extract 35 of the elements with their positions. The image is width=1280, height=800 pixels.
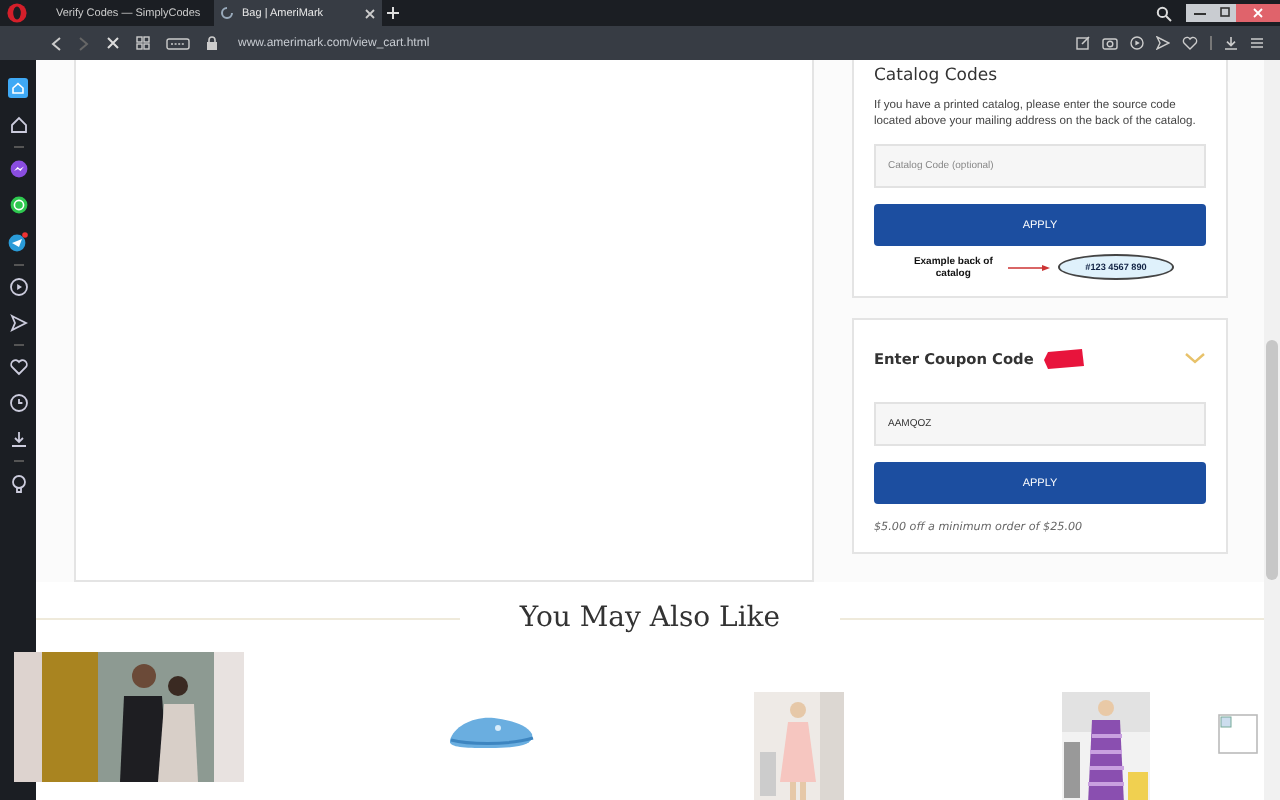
search-icon[interactable] <box>1156 5 1172 21</box>
tabs-grid-icon[interactable] <box>136 36 150 50</box>
play-circle-icon[interactable] <box>9 278 27 296</box>
vpn-badge-icon[interactable] <box>166 37 190 49</box>
ribbon-icon <box>1041 347 1086 369</box>
paper-plane-icon[interactable] <box>8 232 28 252</box>
messenger-icon[interactable] <box>9 160 27 178</box>
easy-setup-icon[interactable] <box>1250 36 1264 50</box>
close-icon[interactable] <box>364 7 376 19</box>
pointer-arrow-icon <box>1007 263 1052 271</box>
maximize-icon[interactable] <box>1214 4 1236 22</box>
house-icon[interactable] <box>9 116 27 134</box>
broken-image-icon <box>1218 714 1258 754</box>
section-title: Catalog Codes <box>874 64 1000 86</box>
clock-icon[interactable] <box>9 394 27 412</box>
camera-icon[interactable] <box>1102 36 1118 50</box>
loading-icon <box>220 6 234 20</box>
send-icon[interactable] <box>1156 36 1170 50</box>
new-tab-icon[interactable] <box>386 6 400 20</box>
play-circle-icon[interactable] <box>1130 36 1144 50</box>
scrollbar[interactable] <box>1264 60 1280 800</box>
lock-icon <box>206 36 218 50</box>
stop-icon[interactable] <box>106 36 120 50</box>
lightbulb-icon[interactable] <box>9 474 27 494</box>
heart-icon[interactable] <box>1182 36 1198 50</box>
home-icon[interactable] <box>8 78 28 98</box>
back-icon[interactable] <box>50 35 62 51</box>
minimize-icon[interactable] <box>1186 4 1214 22</box>
download-icon[interactable] <box>1224 36 1238 50</box>
snapshot-edit-icon[interactable] <box>1076 36 1090 50</box>
send-icon[interactable] <box>9 314 27 332</box>
heart-icon[interactable] <box>9 358 27 376</box>
section-heading: You May Also Like <box>519 602 781 634</box>
close-window-icon[interactable] <box>1236 4 1280 22</box>
download-icon[interactable] <box>9 430 27 448</box>
